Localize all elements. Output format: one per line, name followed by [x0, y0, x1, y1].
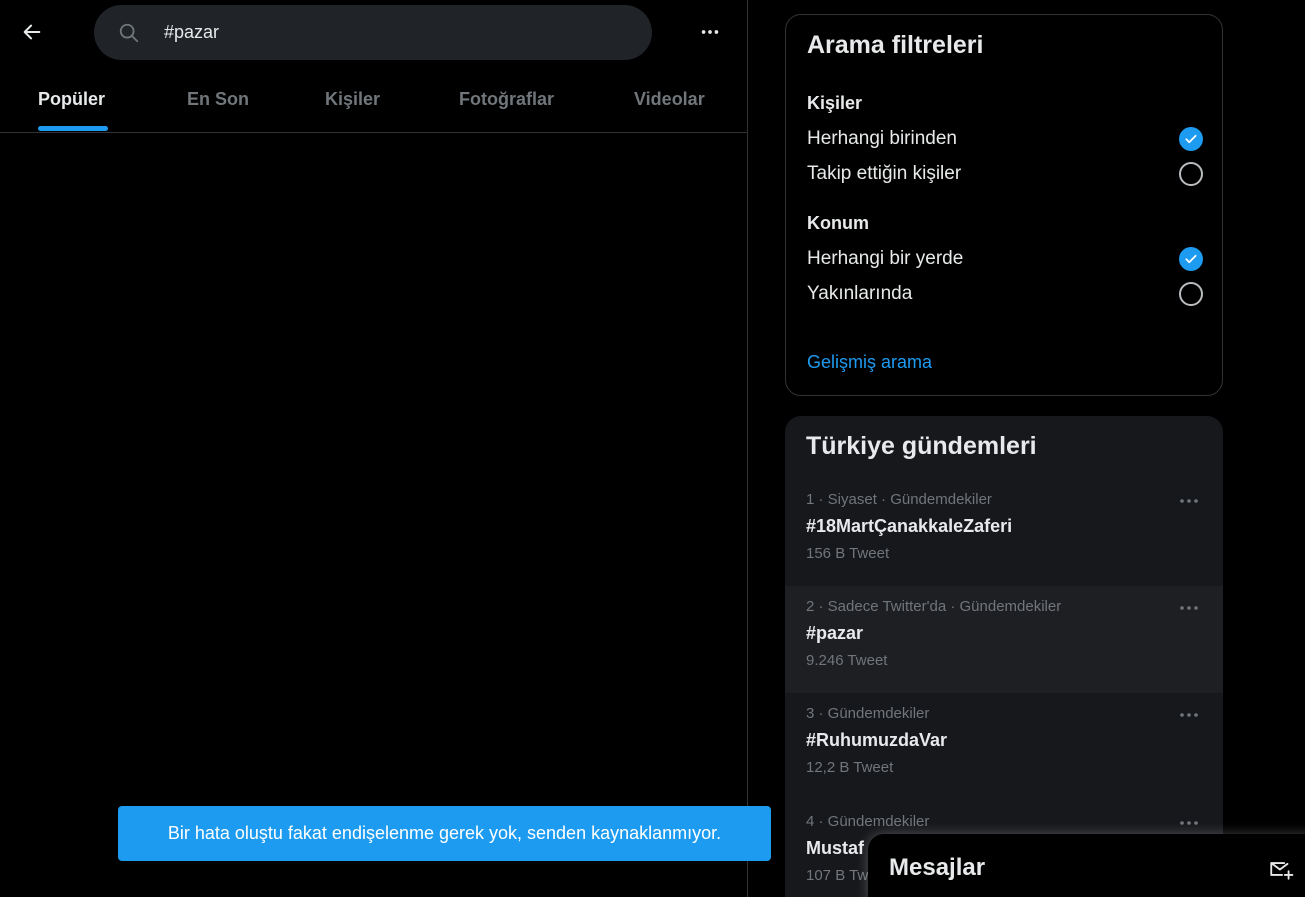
trend-name: #RuhumuzdaVar [806, 730, 948, 750]
tab-videos[interactable]: Videolar [634, 66, 705, 132]
trend-item[interactable]: 3 · Gündemdekiler #RuhumuzdaVar 12,2 B T… [785, 693, 1223, 800]
filters-title: Arama filtreleri [807, 31, 984, 59]
arrow-left-icon [23, 24, 41, 40]
more-options-button[interactable] [692, 14, 728, 50]
radio-unchecked[interactable] [1179, 281, 1203, 306]
filter-option-label: Yakınlarında [807, 282, 913, 304]
trend-name: Mustaf [806, 838, 864, 858]
trend-more-button[interactable] [1177, 598, 1201, 618]
filter-option-anyone[interactable]: Herhangi birinden [807, 121, 1203, 156]
radio-unchecked[interactable] [1179, 161, 1203, 186]
people-filter-heading: Kişiler [807, 93, 863, 113]
search-bar[interactable] [94, 5, 652, 60]
trend-item[interactable]: 1 · Siyaset · Gündemdekiler #18MartÇanak… [785, 479, 1223, 586]
messages-drawer[interactable]: Mesajlar [868, 834, 1305, 897]
tab-popular[interactable]: Popüler [38, 66, 105, 132]
trend-count: 12,2 B Tweet [806, 759, 894, 776]
back-button[interactable] [14, 14, 50, 50]
search-icon [119, 23, 139, 43]
tab-photos[interactable]: Fotoğraflar [459, 66, 554, 132]
filter-option-label: Herhangi birinden [807, 127, 957, 149]
radio-checked[interactable] [1179, 246, 1203, 271]
trend-item[interactable]: 2 · Sadece Twitter'da · Gündemdekiler #p… [785, 586, 1223, 693]
messages-title: Mesajlar [889, 854, 986, 881]
search-header [0, 0, 747, 66]
trend-count: 9.246 Tweet [806, 652, 888, 669]
trend-meta: 3 · Gündemdekiler [806, 705, 930, 722]
trend-more-button[interactable] [1177, 813, 1201, 833]
active-tab-indicator [38, 126, 108, 131]
search-filters-panel: Arama filtreleri Kişiler Herhangi birind… [785, 14, 1223, 396]
error-toast: Bir hata oluştu fakat endişelenme gerek … [118, 806, 771, 861]
more-horizontal-icon [1180, 713, 1198, 717]
tab-people[interactable]: Kişiler [325, 66, 380, 132]
filter-option-nearby[interactable]: Yakınlarında [807, 276, 1203, 311]
main-column: Popüler En Son Kişiler Fotoğraflar Video… [0, 0, 771, 897]
search-input[interactable] [164, 5, 634, 60]
more-horizontal-icon [1180, 606, 1198, 610]
trend-count: 156 B Tweet [806, 545, 890, 562]
more-horizontal-icon [1180, 821, 1198, 825]
trend-name: #pazar [806, 623, 864, 643]
filter-option-anywhere[interactable]: Herhangi bir yerde [807, 241, 1203, 276]
new-message-button[interactable] [1268, 856, 1294, 882]
trend-more-button[interactable] [1177, 705, 1201, 725]
filter-option-label: Takip ettiğin kişiler [807, 162, 962, 184]
trend-name: #18MartÇanakkaleZaferi [806, 516, 1013, 536]
tab-latest[interactable]: En Son [187, 66, 249, 132]
trend-count: 107 B Tw [806, 867, 869, 884]
more-horizontal-icon [701, 30, 719, 34]
more-horizontal-icon [1180, 499, 1198, 503]
trends-panel: Türkiye gündemleri 1 · Siyaset · Gündemd… [785, 416, 1223, 897]
new-message-icon [1270, 862, 1294, 880]
radio-checked[interactable] [1179, 126, 1203, 151]
checkmark-icon [1185, 254, 1197, 263]
advanced-search-link[interactable]: Gelişmiş arama [807, 352, 932, 373]
search-tabs: Popüler En Son Kişiler Fotoğraflar Video… [0, 66, 747, 133]
location-filter-heading: Konum [807, 213, 869, 233]
trend-meta: 1 · Siyaset · Gündemdekiler [806, 491, 992, 508]
trends-title: Türkiye gündemleri [806, 432, 1037, 460]
filter-option-following[interactable]: Takip ettiğin kişiler [807, 156, 1203, 191]
filter-option-label: Herhangi bir yerde [807, 247, 964, 269]
trend-more-button[interactable] [1177, 491, 1201, 511]
trend-meta: 4 · Gündemdekiler [806, 813, 930, 830]
checkmark-icon [1185, 134, 1197, 143]
trend-meta: 2 · Sadece Twitter'da · Gündemdekiler [806, 598, 1062, 615]
